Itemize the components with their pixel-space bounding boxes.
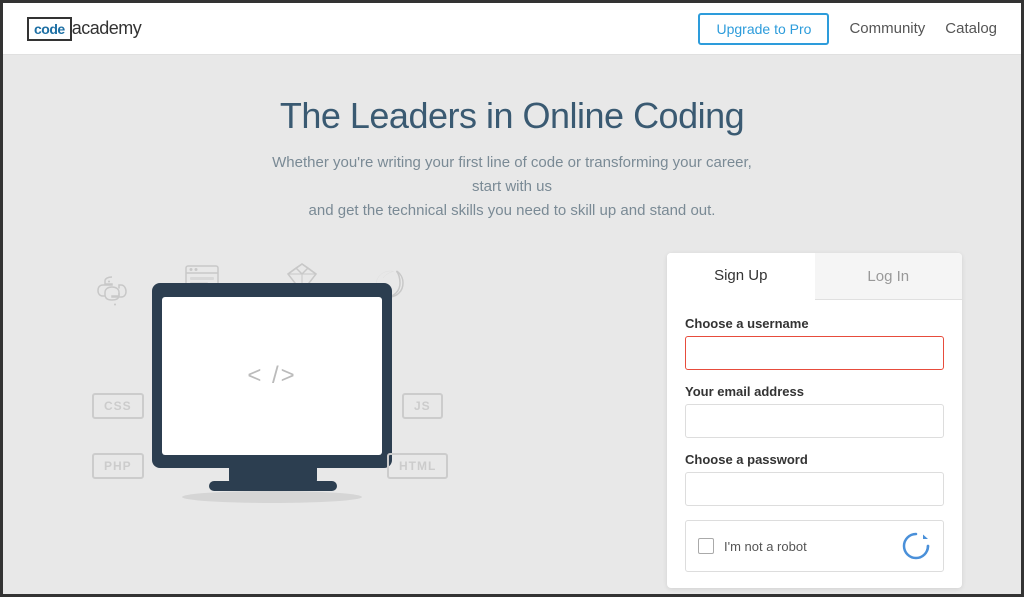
captcha-text: I'm not a robot xyxy=(724,539,807,554)
python-icon xyxy=(92,273,132,322)
card-tabs: Sign Up Log In xyxy=(667,253,962,300)
illustration: < /> CSS JS PHP HTML xyxy=(62,253,647,543)
monitor-shadow xyxy=(182,491,362,503)
password-group: Choose a password xyxy=(685,452,944,506)
html-label: HTML xyxy=(387,453,448,479)
username-label: Choose a username xyxy=(685,316,944,331)
app-frame: code academy Upgrade to Pro Community Ca… xyxy=(0,0,1024,597)
header: code academy Upgrade to Pro Community Ca… xyxy=(3,3,1021,55)
tab-login[interactable]: Log In xyxy=(815,253,963,299)
css-label: CSS xyxy=(92,393,144,419)
js-label: JS xyxy=(402,393,443,419)
email-group: Your email address xyxy=(685,384,944,438)
logo-code: code xyxy=(34,21,65,37)
main-content: The Leaders in Online Coding Whether you… xyxy=(3,55,1021,597)
content-area: < /> CSS JS PHP HTML Sign Up Log In xyxy=(42,253,982,588)
community-link[interactable]: Community xyxy=(849,20,925,37)
captcha-row[interactable]: I'm not a robot xyxy=(685,520,944,572)
header-nav: Upgrade to Pro Community Catalog xyxy=(698,13,997,45)
card-body: Choose a username Your email address Cho… xyxy=(667,300,962,588)
hero-title: The Leaders in Online Coding xyxy=(280,95,744,137)
recaptcha-logo xyxy=(901,531,931,561)
monitor: < /> xyxy=(152,283,392,468)
password-input[interactable] xyxy=(685,472,944,506)
logo: code academy xyxy=(27,17,141,41)
signup-card: Sign Up Log In Choose a username Your em… xyxy=(667,253,962,588)
username-group: Choose a username xyxy=(685,316,944,370)
email-input[interactable] xyxy=(685,404,944,438)
logo-academy: academy xyxy=(72,18,142,39)
monitor-screen: < /> xyxy=(162,297,382,455)
catalog-link[interactable]: Catalog xyxy=(945,20,997,37)
username-input[interactable] xyxy=(685,336,944,370)
php-label: PHP xyxy=(92,453,144,479)
captcha-checkbox[interactable] xyxy=(698,538,714,554)
password-label: Choose a password xyxy=(685,452,944,467)
hero-subtitle: Whether you're writing your first line o… xyxy=(272,151,752,223)
email-label: Your email address xyxy=(685,384,944,399)
tab-signup[interactable]: Sign Up xyxy=(667,253,815,300)
upgrade-button[interactable]: Upgrade to Pro xyxy=(698,13,829,45)
monitor-base xyxy=(209,481,337,491)
logo-box: code xyxy=(27,17,72,41)
code-display: < /> xyxy=(247,362,296,390)
captcha-left: I'm not a robot xyxy=(698,538,807,554)
